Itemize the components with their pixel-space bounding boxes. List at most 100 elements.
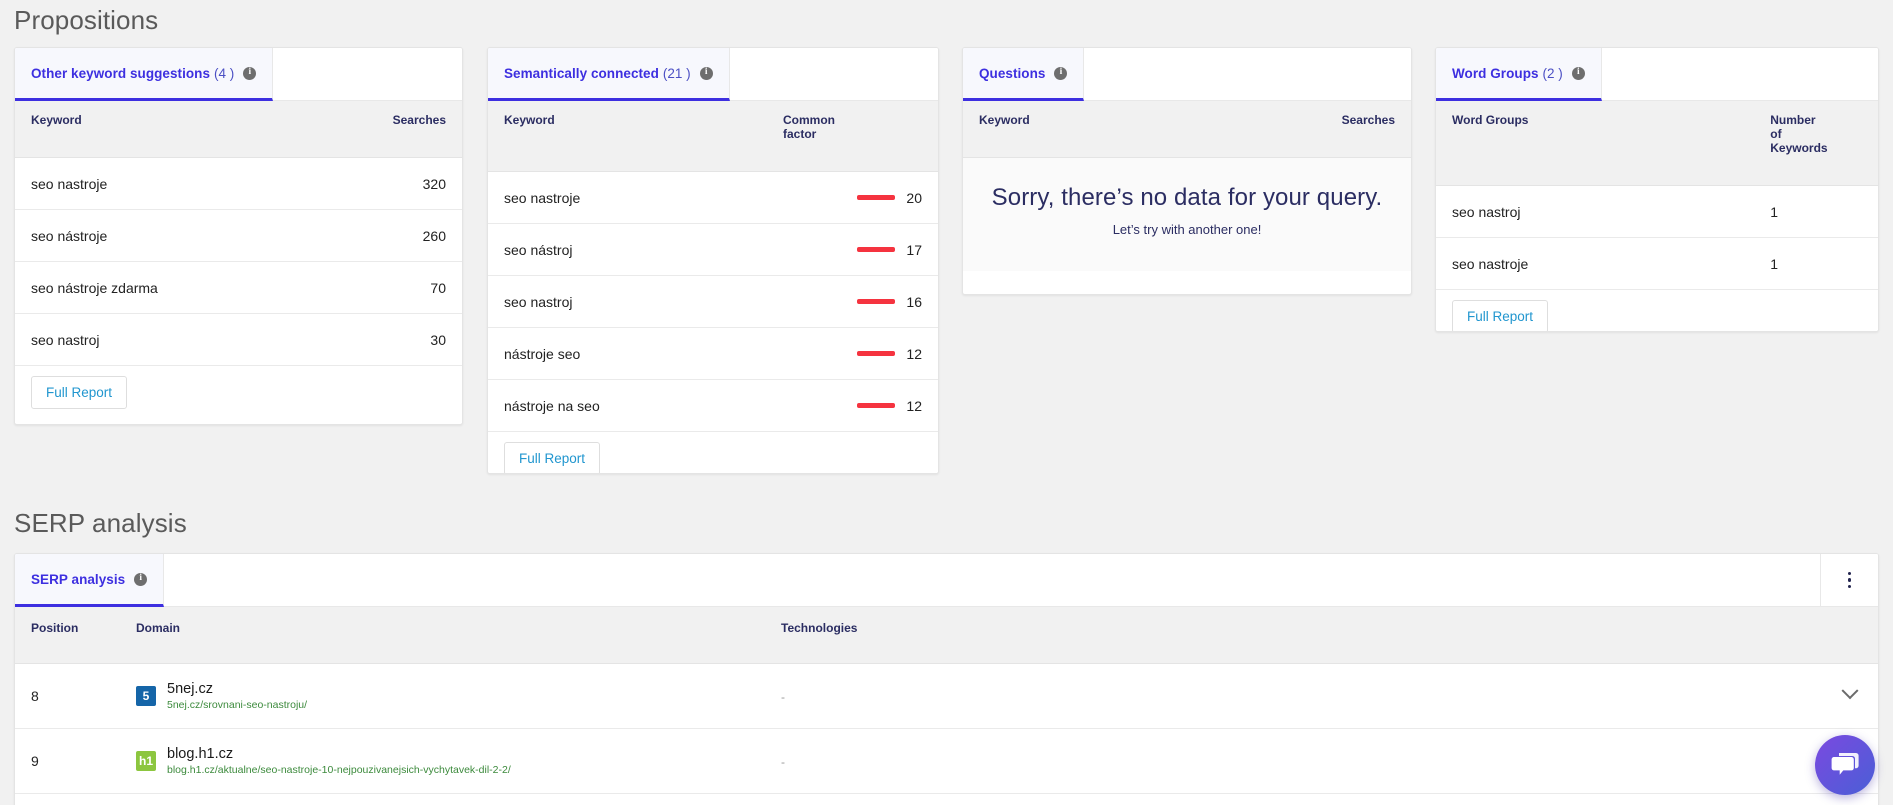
- column-header-common-factor-line2: factor: [783, 127, 817, 142]
- tabstrip-word-groups: Word Groups (2 ) i: [1436, 48, 1878, 101]
- tab-questions-label: Questions: [979, 65, 1046, 81]
- chevron-down-icon[interactable]: [1841, 682, 1859, 700]
- info-icon[interactable]: i: [1054, 66, 1068, 80]
- table-row[interactable]: seo nástroj 17: [488, 223, 938, 277]
- technologies-value: -: [781, 690, 785, 705]
- tabstrip-questions: Questions i: [963, 48, 1411, 101]
- table-header-row: Keyword Common factor: [488, 101, 938, 173]
- chat-widget-button[interactable]: [1815, 735, 1875, 795]
- word-groups-table: Word Groups Number of Keywords seo nastr…: [1436, 101, 1878, 291]
- common-factor-value: 17: [906, 241, 922, 258]
- tabstrip-filler: [1084, 48, 1411, 100]
- domain-url[interactable]: blog.h1.cz/aktualne/seo-nastroje-10-nejp…: [167, 764, 511, 776]
- info-icon[interactable]: i: [243, 66, 257, 80]
- column-header-domain[interactable]: Domain: [120, 607, 765, 665]
- propositions-section-title: Propositions: [14, 5, 159, 35]
- table-row[interactable]: seo nástroje 260: [15, 209, 462, 263]
- column-header-position[interactable]: Position: [15, 607, 120, 665]
- column-header-keyword[interactable]: Keyword: [488, 101, 767, 173]
- serp-analysis-table: Position Domain Technologies 8 5 5nej.cz…: [15, 607, 1878, 795]
- table-row[interactable]: seo nastroje 1: [1436, 237, 1878, 291]
- tab-other-keyword-suggestions[interactable]: Other keyword suggestions (4 ) i: [15, 48, 274, 101]
- domain-name[interactable]: blog.h1.cz: [167, 746, 511, 763]
- table-row[interactable]: seo nastroje 20: [488, 171, 938, 225]
- table-header-row: Keyword Searches: [15, 101, 462, 159]
- tab-semantically-connected[interactable]: Semantically connected (21 ) i: [488, 48, 730, 101]
- full-report-button[interactable]: Full Report: [1452, 300, 1549, 331]
- cell-searches: 260: [310, 209, 462, 263]
- common-factor-bar: [857, 247, 895, 253]
- domain-name[interactable]: 5nej.cz: [167, 681, 307, 698]
- domain-url[interactable]: 5nej.cz/srovnani-seo-nastroju/: [167, 699, 307, 711]
- info-icon[interactable]: i: [134, 572, 148, 586]
- cell-keyword: seo nastroj: [488, 275, 767, 329]
- tab-word-groups-label: Word Groups: [1452, 65, 1539, 81]
- cell-technologies: -: [765, 728, 1820, 795]
- info-icon[interactable]: i: [1571, 66, 1585, 80]
- cell-common-factor: 17: [767, 223, 938, 277]
- kebab-dot: [1847, 578, 1852, 582]
- empty-state-title: Sorry, there’s no data for your query.: [991, 184, 1383, 212]
- cell-technologies: -: [765, 663, 1820, 730]
- tab-word-groups-count: (2 ): [1542, 65, 1563, 81]
- table-header-row: Position Domain Technologies: [15, 607, 1878, 665]
- cell-common-factor: 16: [767, 275, 938, 329]
- tabstrip-filler: [729, 48, 938, 100]
- cell-keyword: seo nastroj: [15, 313, 311, 367]
- tab-word-groups[interactable]: Word Groups (2 ) i: [1436, 48, 1602, 101]
- cell-keyword: seo nastroje: [15, 157, 311, 211]
- table-row[interactable]: nástroje na seo 12: [488, 379, 938, 433]
- card-questions: Questions i Keyword Searches Sorry, ther…: [962, 47, 1412, 295]
- page-root: Propositions Other keyword suggestions (…: [0, 0, 1893, 805]
- kebab-dot: [1847, 571, 1852, 576]
- tab-other-keyword-suggestions-count: (4 ): [214, 65, 235, 81]
- full-report-button[interactable]: Full Report: [504, 442, 601, 473]
- tab-serp-analysis[interactable]: SERP analysis i: [15, 554, 165, 607]
- table-row[interactable]: seo nastroj 16: [488, 275, 938, 329]
- full-report-button[interactable]: Full Report: [31, 376, 128, 410]
- cell-expand[interactable]: [1820, 663, 1878, 730]
- column-header-technologies[interactable]: Technologies: [765, 607, 1820, 665]
- table-row[interactable]: seo nastroje 320: [15, 157, 462, 211]
- column-header-common-factor-line1: Common: [783, 113, 835, 127]
- other-keywords-table: Keyword Searches seo nastroje 320 seo ná…: [15, 101, 462, 367]
- cell-word-group: seo nastroje: [1436, 237, 1755, 291]
- tabstrip-filler: [1601, 48, 1878, 100]
- table-header-row: Word Groups Number of Keywords: [1436, 101, 1878, 187]
- table-row[interactable]: nástroje seo 12: [488, 327, 938, 381]
- table-row[interactable]: seo nastroj 1: [1436, 185, 1878, 239]
- table-row[interactable]: 9 h1 blog.h1.cz blog.h1.cz/aktualne/seo-…: [15, 728, 1878, 795]
- column-header-searches[interactable]: Searches: [310, 101, 462, 159]
- tab-semantically-connected-count: (21 ): [662, 65, 691, 81]
- common-factor-bar: [857, 403, 895, 409]
- column-header-keyword[interactable]: Keyword: [15, 101, 311, 159]
- column-header-common-factor[interactable]: Common factor: [767, 101, 938, 173]
- info-icon[interactable]: i: [699, 66, 713, 80]
- column-header-keyword[interactable]: Keyword: [963, 101, 1259, 159]
- cell-common-factor: 12: [767, 379, 938, 433]
- kebab-dot: [1847, 584, 1852, 589]
- table-row[interactable]: seo nastroj 30: [15, 313, 462, 367]
- card-other-keyword-suggestions: Other keyword suggestions (4 ) i Keyword…: [14, 47, 463, 425]
- favicon-icon: h1: [136, 751, 156, 772]
- column-header-expand: [1820, 607, 1878, 665]
- kebab-menu-icon[interactable]: [1820, 554, 1878, 606]
- card-word-groups: Word Groups (2 ) i Word Groups Number of…: [1435, 47, 1879, 332]
- table-row[interactable]: 8 5 5nej.cz 5nej.cz/srovnani-seo-nastroj…: [15, 663, 1878, 730]
- card-serp-analysis: SERP analysis i Position Domain Technolo…: [14, 553, 1879, 805]
- word-groups-footer: Full Report: [1436, 290, 1878, 331]
- column-header-word-groups[interactable]: Word Groups: [1436, 101, 1755, 187]
- semantically-connected-table: Keyword Common factor seo nastroje 20 se…: [488, 101, 938, 433]
- technologies-value: -: [781, 755, 785, 770]
- cell-keyword: seo nástroj: [488, 223, 767, 277]
- column-header-searches[interactable]: Searches: [1258, 101, 1411, 159]
- table-row[interactable]: seo nástroje zdarma 70: [15, 261, 462, 315]
- tab-questions[interactable]: Questions i: [963, 48, 1085, 101]
- column-header-nok-line3: Keywords: [1770, 141, 1828, 156]
- column-header-number-of-keywords[interactable]: Number of Keywords: [1754, 101, 1878, 187]
- card-semantically-connected: Semantically connected (21 ) i Keyword C…: [487, 47, 939, 474]
- common-factor-bar: [857, 351, 895, 357]
- favicon-icon: 5: [136, 686, 156, 707]
- other-keywords-footer: Full Report: [15, 366, 462, 424]
- common-factor-bar: [857, 195, 895, 201]
